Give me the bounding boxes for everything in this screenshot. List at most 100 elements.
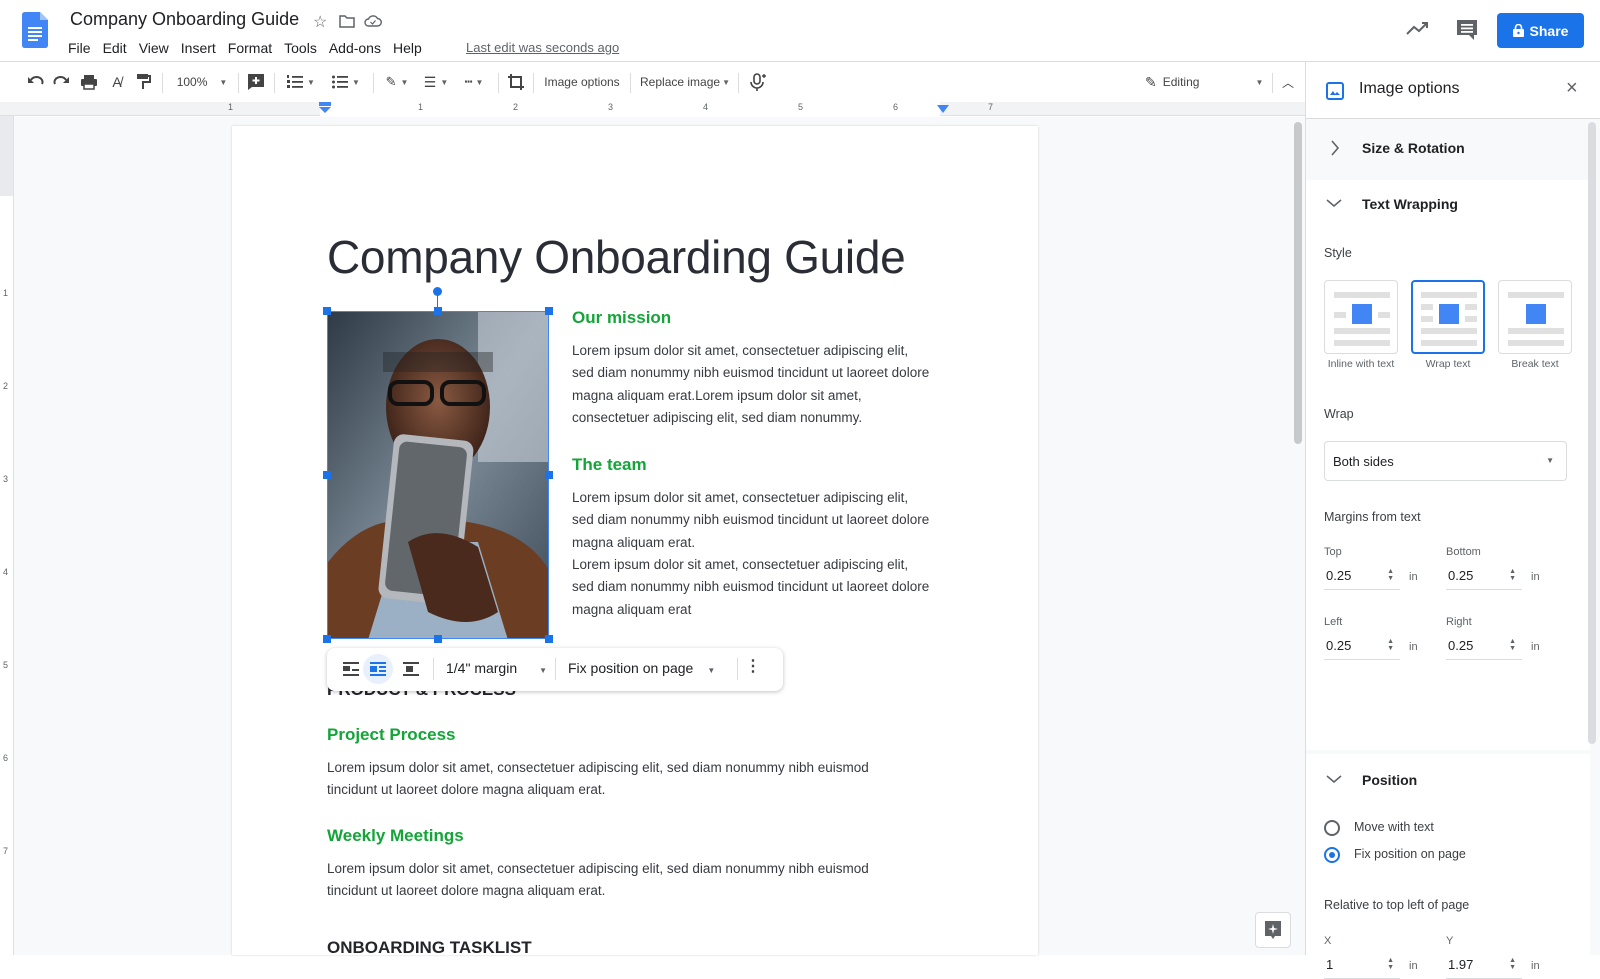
dropdown-arrow-icon: ▼ xyxy=(1546,456,1554,465)
explore-button[interactable] xyxy=(1255,912,1291,948)
resize-handle-e[interactable] xyxy=(545,471,553,479)
style-inline-with-text[interactable] xyxy=(1324,280,1398,354)
right-indent-marker-icon[interactable] xyxy=(937,105,949,114)
section-heading-team[interactable]: The team xyxy=(572,455,647,475)
zoom-select[interactable]: 100% ▼ xyxy=(172,72,232,92)
resize-handle-s[interactable] xyxy=(434,635,442,643)
document-title[interactable]: Company Onboarding Guide xyxy=(70,9,299,30)
resize-handle-n[interactable] xyxy=(434,307,442,315)
margin-select[interactable]: 1/4" margin ▼ xyxy=(446,660,547,676)
stepper-icon[interactable]: ▲ ▼ xyxy=(1387,638,1394,652)
position-select[interactable]: Fix position on page ▼ xyxy=(568,660,715,676)
section-heading-project-process[interactable]: Project Process xyxy=(327,725,456,745)
stepper-icon[interactable]: ▲ ▼ xyxy=(1509,568,1516,582)
last-edit-link[interactable]: Last edit was seconds ago xyxy=(466,40,619,55)
resize-handle-sw[interactable] xyxy=(323,635,331,643)
activity-trend-icon[interactable] xyxy=(1405,18,1431,40)
x-position-input[interactable]: 1 ▲ ▼ xyxy=(1324,953,1400,979)
share-button[interactable]: Share xyxy=(1497,13,1584,48)
resize-handle-nw[interactable] xyxy=(323,307,331,315)
numbered-list-button[interactable]: ▼ xyxy=(283,72,319,92)
horizontal-ruler[interactable]: 1 1 2 3 4 5 6 7 xyxy=(0,102,1305,116)
section-heading-onboarding-tasklist[interactable]: ONBOARDING TASKLIST xyxy=(327,938,532,958)
indent-marker-icon[interactable] xyxy=(319,102,331,114)
size-rotation-section[interactable]: Size & Rotation xyxy=(1306,120,1590,176)
resize-handle-se[interactable] xyxy=(545,635,553,643)
stepper-icon[interactable]: ▲ ▼ xyxy=(1387,957,1394,971)
section-heading-weekly-meetings[interactable]: Weekly Meetings xyxy=(327,826,464,846)
close-icon[interactable]: × xyxy=(1566,77,1578,100)
folder-icon[interactable] xyxy=(339,14,355,28)
undo-icon[interactable] xyxy=(26,72,44,92)
voice-input-icon[interactable] xyxy=(748,72,768,92)
comment-history-icon[interactable] xyxy=(1455,18,1479,42)
right-margin-input[interactable]: 0.25 ▲ ▼ xyxy=(1446,634,1522,660)
unit-label: in xyxy=(1409,571,1418,583)
left-margin-label: Left xyxy=(1324,616,1343,628)
star-icon[interactable]: ☆ xyxy=(313,12,327,32)
spellcheck-icon[interactable]: A̸ xyxy=(108,72,126,92)
stepper-icon[interactable]: ▲ ▼ xyxy=(1509,957,1516,971)
redo-icon[interactable] xyxy=(53,72,71,92)
radio-unchecked-icon xyxy=(1324,820,1340,836)
paint-format-icon[interactable] xyxy=(135,72,151,92)
menu-edit[interactable]: Edit xyxy=(97,38,133,58)
cloud-saved-icon[interactable] xyxy=(364,14,382,27)
section-heading-mission[interactable]: Our mission xyxy=(572,308,671,328)
bottom-margin-input[interactable]: 0.25 ▲ ▼ xyxy=(1446,564,1522,590)
add-comment-icon[interactable] xyxy=(247,72,265,92)
inline-wrap-icon[interactable] xyxy=(343,662,359,676)
y-position-input[interactable]: 1.97 ▲ ▼ xyxy=(1446,953,1522,979)
style-caption: Inline with text xyxy=(1327,358,1395,370)
replace-image-button[interactable]: Replace image ▼ xyxy=(637,72,733,92)
unit-label: in xyxy=(1531,571,1540,583)
style-wrap-text[interactable] xyxy=(1411,280,1485,354)
panel-scrollbar[interactable] xyxy=(1588,122,1596,744)
menu-help[interactable]: Help xyxy=(387,38,428,58)
section-text-weekly-meetings[interactable]: Lorem ipsum dolor sit amet, consectetuer… xyxy=(327,858,917,903)
wrap-select[interactable]: Both sides ▼ xyxy=(1324,441,1567,481)
border-color-button[interactable]: ✎ ▼ xyxy=(383,72,411,92)
document-scrollbar[interactable] xyxy=(1294,122,1302,444)
stepper-icon[interactable]: ▲ ▼ xyxy=(1509,638,1516,652)
style-break-text[interactable] xyxy=(1498,280,1572,354)
collapse-menu-icon[interactable]: ︿ xyxy=(1280,72,1296,92)
text-wrapping-header[interactable]: Text Wrapping xyxy=(1306,182,1590,228)
menu-tools[interactable]: Tools xyxy=(278,38,323,58)
relative-position-label: Relative to top left of page xyxy=(1324,898,1470,912)
document-heading[interactable]: Company Onboarding Guide xyxy=(327,230,906,284)
resize-handle-w[interactable] xyxy=(323,471,331,479)
docs-logo-icon[interactable] xyxy=(22,12,48,48)
rotate-handle[interactable] xyxy=(433,287,442,296)
menu-insert[interactable]: Insert xyxy=(175,38,222,58)
unit-label: in xyxy=(1409,960,1418,972)
inline-with-text-icon xyxy=(1334,292,1390,346)
left-margin-input[interactable]: 0.25 ▲ ▼ xyxy=(1324,634,1400,660)
border-weight-button[interactable]: ☰ ▼ xyxy=(420,72,452,92)
border-dash-button[interactable]: ┅ ▼ xyxy=(458,72,490,92)
menu-file[interactable]: File xyxy=(62,38,97,58)
vertical-ruler[interactable]: 1 2 3 4 5 6 7 xyxy=(0,116,14,955)
stepper-icon[interactable]: ▲ ▼ xyxy=(1387,568,1394,582)
break-text-icon[interactable] xyxy=(403,662,419,676)
crop-icon[interactable] xyxy=(507,72,525,92)
editing-mode-select[interactable]: ✎ Editing ▼ xyxy=(1145,72,1265,92)
section-text-mission[interactable]: Lorem ipsum dolor sit amet, consectetuer… xyxy=(572,340,932,430)
section-text-project-process[interactable]: Lorem ipsum dolor sit amet, consectetuer… xyxy=(327,757,917,802)
selected-image[interactable] xyxy=(327,311,549,639)
top-margin-input[interactable]: 0.25 ▲ ▼ xyxy=(1324,564,1400,590)
ruler-number: 1 xyxy=(3,288,9,298)
section-text-team-2[interactable]: Lorem ipsum dolor sit amet, consectetuer… xyxy=(572,554,932,621)
menu-format[interactable]: Format xyxy=(222,38,278,58)
menu-addons[interactable]: Add-ons xyxy=(323,38,387,58)
print-icon[interactable] xyxy=(80,72,98,92)
section-text-team[interactable]: Lorem ipsum dolor sit amet, consectetuer… xyxy=(572,487,932,554)
more-options-icon[interactable]: ⋮ xyxy=(745,656,761,676)
menu-view[interactable]: View xyxy=(133,38,175,58)
panel-header: Image options × xyxy=(1306,62,1600,119)
image-options-button[interactable]: Image options xyxy=(542,72,622,92)
bulleted-list-button[interactable]: ▼ xyxy=(328,72,364,92)
position-header[interactable]: Position xyxy=(1306,756,1590,800)
unit-label: in xyxy=(1409,641,1418,653)
resize-handle-ne[interactable] xyxy=(545,307,553,315)
